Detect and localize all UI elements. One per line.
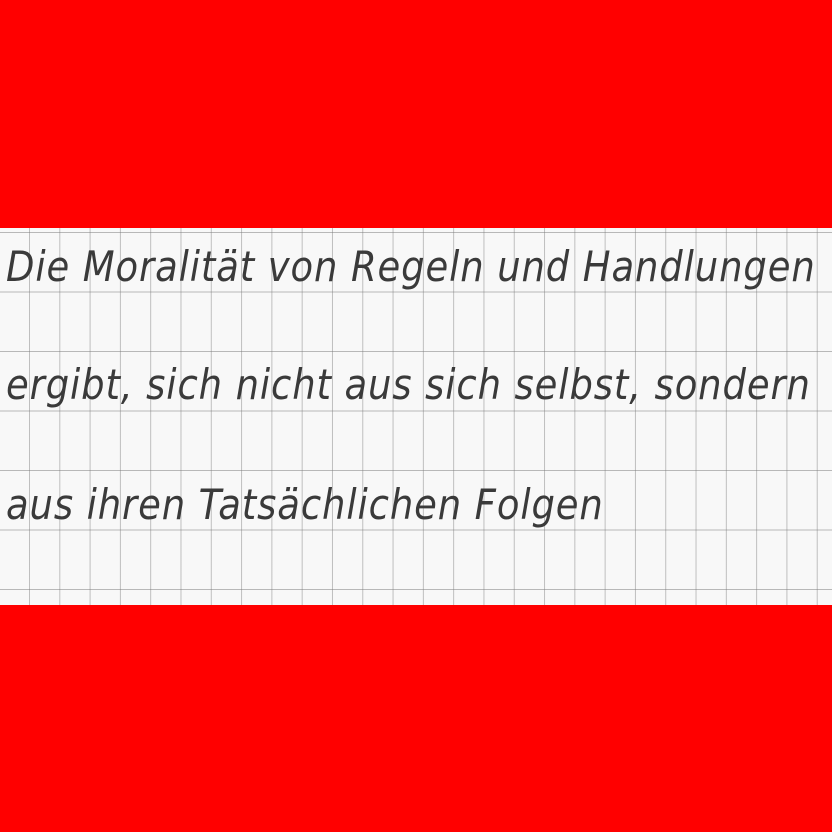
handwritten-line-2: ergibt, sich nicht aus sich selbst, sond…	[6, 360, 811, 409]
handwritten-line-1: Die Moralität von Regeln und Handlungen	[6, 242, 816, 291]
bottom-red-band	[0, 605, 832, 832]
top-red-band	[0, 0, 832, 228]
handwritten-line-3: aus ihren Tatsächlichen Folgen	[6, 480, 604, 529]
